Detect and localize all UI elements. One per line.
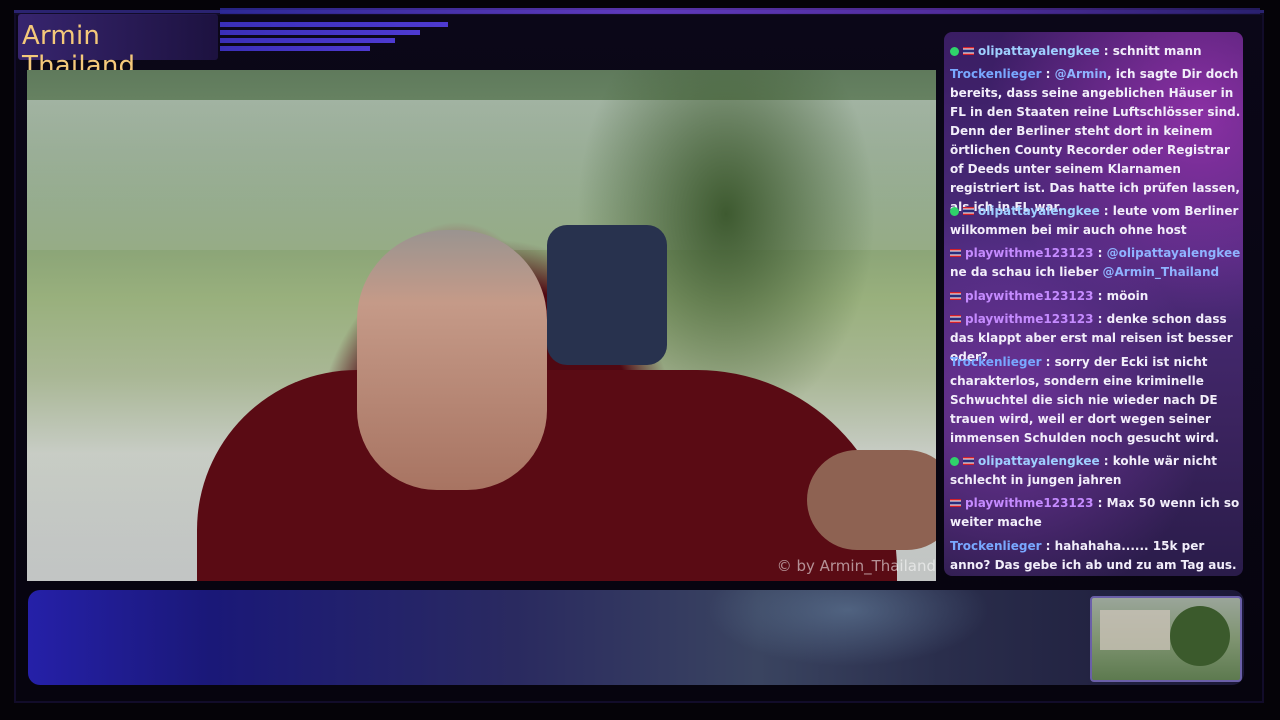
chat-panel: olipattayalengkee : schnitt mann Trocken… bbox=[944, 32, 1243, 576]
chat-text: : schnitt mann bbox=[1099, 44, 1202, 58]
chat-username[interactable]: Trockenlieger bbox=[950, 67, 1042, 81]
chat-username[interactable]: playwithme123123 bbox=[965, 289, 1093, 303]
chat-message: playwithme123123 : Max 50 wenn ich so we… bbox=[950, 494, 1241, 532]
chat-username[interactable]: olipattayalengkee bbox=[978, 204, 1100, 218]
verified-badge-icon bbox=[950, 457, 959, 466]
thai-flag-icon bbox=[963, 207, 974, 215]
chat-separator: : bbox=[1041, 67, 1055, 81]
thai-flag-icon bbox=[963, 457, 974, 465]
chat-message: Trockenlieger : sorry der Ecki ist nicht… bbox=[950, 353, 1241, 448]
chat-username[interactable]: playwithme123123 bbox=[965, 312, 1093, 326]
thumbnail-building bbox=[1100, 610, 1170, 650]
chat-mention[interactable]: @Armin bbox=[1055, 67, 1107, 81]
chat-username[interactable]: Trockenlieger bbox=[950, 539, 1042, 553]
chat-text: : möoin bbox=[1093, 289, 1149, 303]
chat-message: olipattayalengkee : leute vom Berliner w… bbox=[950, 202, 1241, 240]
chat-message: Trockenlieger : hahahaha...... 15k per a… bbox=[950, 537, 1241, 576]
person-arm bbox=[807, 450, 936, 550]
camera-thumbnail bbox=[1090, 596, 1242, 682]
chat-username[interactable]: playwithme123123 bbox=[965, 496, 1093, 510]
chat-message: olipattayalengkee : schnitt mann bbox=[950, 42, 1241, 61]
chat-username[interactable]: Trockenlieger bbox=[950, 355, 1042, 369]
chat-text: , ich sagte Dir doch bereits, dass seine… bbox=[950, 67, 1241, 214]
verified-badge-icon bbox=[950, 207, 959, 216]
thai-flag-icon bbox=[963, 47, 974, 55]
chat-message: Trockenlieger : @Armin, ich sagte Dir do… bbox=[950, 65, 1241, 217]
decorative-bars bbox=[220, 22, 448, 54]
verified-badge-icon bbox=[950, 47, 959, 56]
thumbnail-tree bbox=[1170, 606, 1230, 666]
chat-mention[interactable]: @Armin_Thailand bbox=[1102, 265, 1219, 279]
chat-username[interactable]: playwithme123123 bbox=[965, 246, 1093, 260]
chat-message: playwithme123123 : möoin bbox=[950, 287, 1241, 306]
chat-separator: : bbox=[1093, 246, 1107, 260]
thai-flag-icon bbox=[950, 315, 961, 323]
chair bbox=[547, 225, 667, 365]
chat-username[interactable]: olipattayalengkee bbox=[978, 44, 1100, 58]
video-watermark: © by Armin_Thailand bbox=[776, 557, 936, 575]
top-glow-bar bbox=[220, 8, 1260, 14]
chat-message: olipattayalengkee : kohle wär nicht schl… bbox=[950, 452, 1241, 490]
chat-message: playwithme123123 : @olipattayalengkee ne… bbox=[950, 244, 1241, 282]
bottom-banner bbox=[28, 590, 1244, 685]
thai-flag-icon bbox=[950, 499, 961, 507]
thai-flag-icon bbox=[950, 249, 961, 257]
video-feed: © by Armin_Thailand bbox=[27, 70, 936, 581]
chat-username[interactable]: olipattayalengkee bbox=[978, 454, 1100, 468]
thai-flag-icon bbox=[950, 292, 961, 300]
person-head bbox=[357, 230, 547, 490]
chat-mention[interactable]: @olipattayalengkee bbox=[1107, 246, 1241, 260]
channel-title-box: Armin Thailand bbox=[18, 14, 218, 81]
person-shirt bbox=[197, 370, 897, 581]
chat-text: ne da schau ich lieber bbox=[950, 265, 1103, 279]
